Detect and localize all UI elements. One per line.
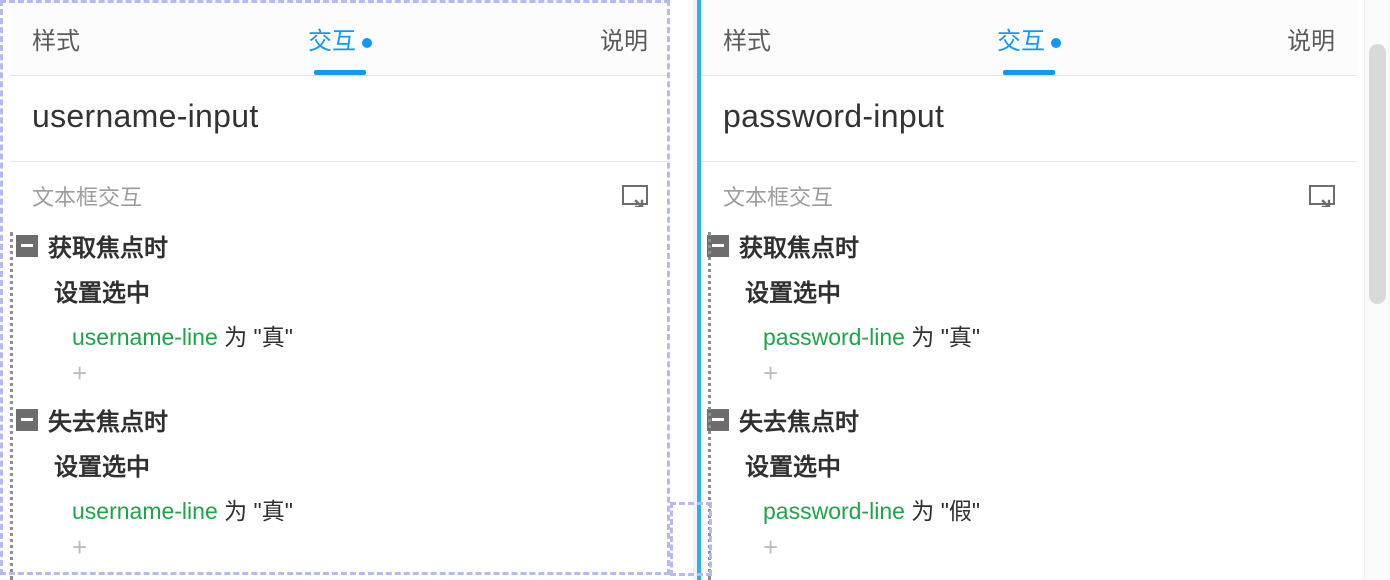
trigger-onblur[interactable]: 失去焦点时: [10, 396, 670, 443]
unsaved-dot-icon: [1051, 38, 1061, 48]
tab-interactions[interactable]: 交互: [927, 1, 1131, 74]
tab-style[interactable]: 样式: [32, 1, 237, 74]
tab-notes[interactable]: 说明: [1131, 1, 1335, 74]
trigger-onfocus[interactable]: 获取焦点时: [701, 222, 1357, 269]
widget-name-row[interactable]: username-input: [10, 76, 670, 162]
action-set-selected[interactable]: 设置选中: [701, 269, 1357, 312]
add-action-button[interactable]: +: [10, 530, 670, 570]
action-set-selected[interactable]: 设置选中: [10, 443, 670, 486]
to-word: 为: [911, 498, 934, 524]
widget-name-row[interactable]: password-input: [701, 76, 1357, 162]
section-label: 文本框交互: [723, 180, 833, 212]
action-set-selected[interactable]: 设置选中: [701, 443, 1357, 486]
scrollbar-thumb[interactable]: [1369, 44, 1386, 304]
add-action-button[interactable]: +: [701, 530, 1357, 570]
tabs: 样式 交互 说明: [701, 0, 1357, 76]
value: "假": [941, 498, 980, 524]
tab-interactions[interactable]: 交互: [237, 1, 442, 74]
action-target-row[interactable]: username-line 为 "真": [10, 312, 670, 356]
widget-name: password-input: [723, 98, 1335, 135]
action-target-row[interactable]: username-line 为 "真": [10, 486, 670, 530]
value: "真": [941, 324, 980, 350]
action-target-row[interactable]: password-line 为 "真": [701, 312, 1357, 356]
action-set-selected[interactable]: 设置选中: [10, 269, 670, 312]
tab-interactions-label: 交互: [308, 28, 356, 55]
trigger-label: 获取焦点时: [48, 228, 168, 263]
collapse-icon[interactable]: [16, 409, 38, 431]
collapse-icon[interactable]: [16, 235, 38, 257]
popout-icon[interactable]: [622, 185, 648, 207]
trigger-label: 失去焦点时: [739, 402, 859, 437]
inspector-panel-password: 样式 交互 说明 password-input 文本框交互 获取焦点时 设置选中…: [697, 0, 1357, 580]
target-widget: username-line: [72, 324, 218, 350]
trigger-onblur[interactable]: 失去焦点时: [701, 396, 1357, 443]
inspector-panel-username: 样式 交互 说明 username-input 文本框交互 获取焦点时 设置选中…: [10, 0, 670, 580]
scrollbar[interactable]: [1364, 0, 1390, 580]
action-target-row[interactable]: password-line 为 "假": [701, 486, 1357, 530]
tab-interactions-label: 交互: [997, 28, 1045, 55]
value: "真": [254, 498, 293, 524]
tabs: 样式 交互 说明: [10, 0, 670, 76]
widget-name: username-input: [32, 98, 648, 135]
section-label: 文本框交互: [32, 180, 142, 212]
add-action-button[interactable]: +: [701, 356, 1357, 396]
to-word: 为: [911, 324, 934, 350]
target-widget: username-line: [72, 498, 218, 524]
trigger-label: 获取焦点时: [739, 228, 859, 263]
target-widget: password-line: [763, 498, 905, 524]
unsaved-dot-icon: [362, 38, 372, 48]
section-header: 文本框交互: [10, 162, 670, 222]
trigger-onfocus[interactable]: 获取焦点时: [10, 222, 670, 269]
target-widget: password-line: [763, 324, 905, 350]
to-word: 为: [224, 498, 247, 524]
trigger-label: 失去焦点时: [48, 402, 168, 437]
to-word: 为: [224, 324, 247, 350]
add-action-button[interactable]: +: [10, 356, 670, 396]
section-header: 文本框交互: [701, 162, 1357, 222]
tab-notes[interactable]: 说明: [443, 1, 648, 74]
popout-icon[interactable]: [1309, 185, 1335, 207]
tab-style[interactable]: 样式: [723, 1, 927, 74]
value: "真": [254, 324, 293, 350]
